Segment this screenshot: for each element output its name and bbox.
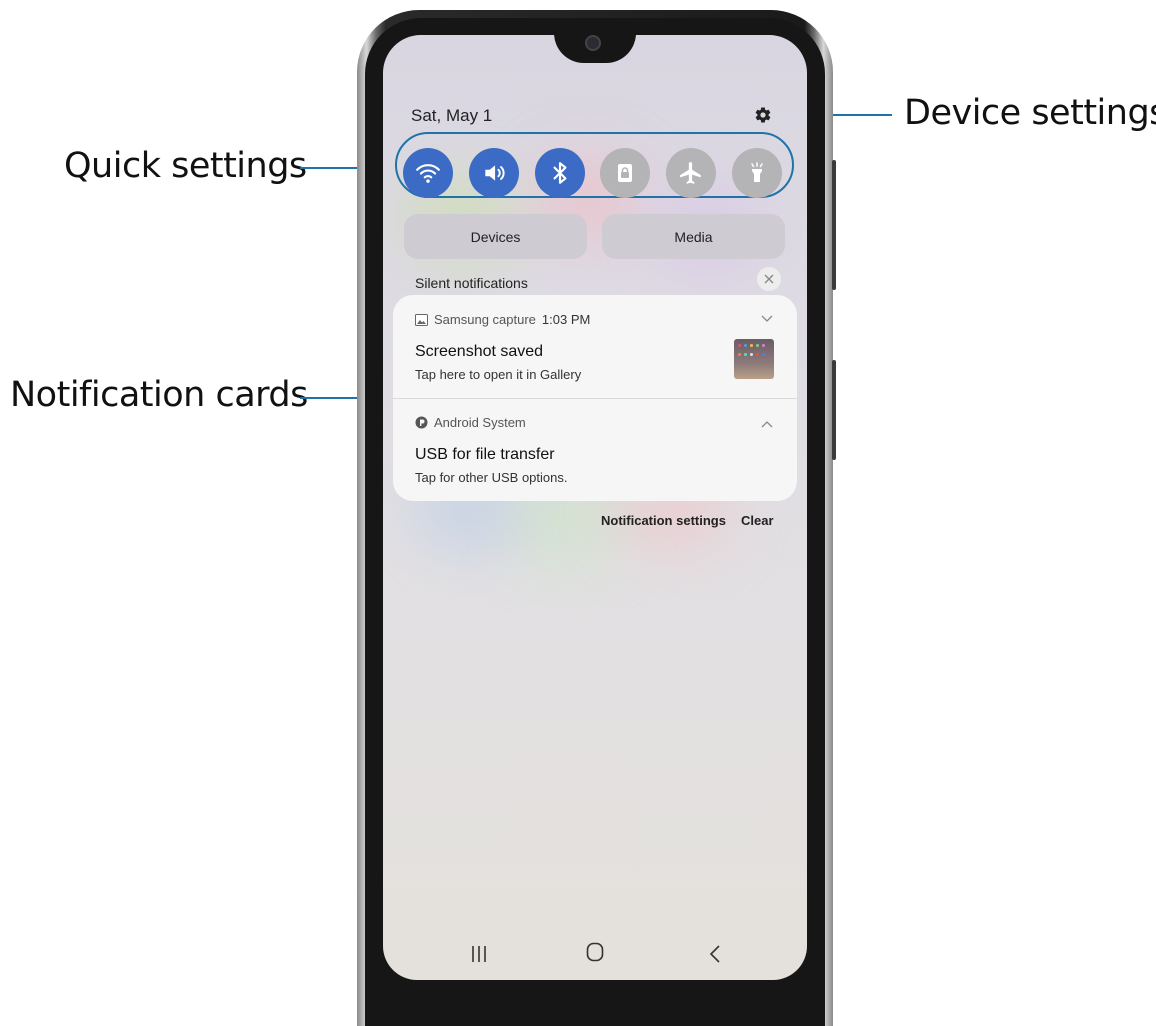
callout-notification-cards: Notification cards [10,375,308,415]
wifi-icon [416,164,440,183]
bluetooth-icon [553,162,567,184]
front-camera [585,35,601,51]
notification-subtitle: Tap here to open it in Gallery [415,367,582,382]
notification-subtitle: Tap for other USB options. [415,470,568,485]
notification-divider [393,398,797,399]
screenshot-thumbnail[interactable] [734,339,774,379]
sound-icon [485,165,505,181]
silent-notifications-label: Silent notifications [415,275,528,291]
volume-button [832,160,836,290]
android-system-icon [415,416,428,429]
bluetooth-toggle[interactable] [535,148,585,198]
notification-app-name: Samsung capture [434,312,536,327]
power-button [832,360,836,460]
callout-quick-settings: Quick settings [64,146,307,186]
notification-cards: Samsung capture 1:03 PM Screenshot saved… [393,295,797,501]
home-icon [586,942,604,962]
date-label: Sat, May 1 [411,106,493,125]
chevron-up-icon[interactable] [761,417,773,431]
notification-panel-screen: Sat, May 1 Devices Media Silent notifica… [383,35,807,980]
screen-lock-toggle[interactable] [600,148,650,198]
airplane-toggle[interactable] [666,148,716,198]
notification-settings-button[interactable]: Notification settings [601,513,726,528]
notification-app-header: Samsung capture 1:03 PM [415,312,590,327]
notification-title[interactable]: Screenshot saved [415,343,543,361]
notification-app-name: Android System [434,415,526,430]
flashlight-toggle[interactable] [732,148,782,198]
callout-device-settings: Device settings [904,93,1156,133]
wifi-toggle[interactable] [403,148,453,198]
back-icon [709,945,720,963]
clear-button[interactable]: Clear [741,513,774,528]
home-button[interactable] [586,942,604,968]
recent-apps-button[interactable] [471,943,487,969]
dismiss-silent-button[interactable] [757,267,781,291]
screen-lock-icon [618,164,632,182]
recent-apps-icon [472,946,486,962]
notification-app-header: Android System [415,415,526,430]
media-button[interactable]: Media [602,214,785,259]
gear-icon[interactable] [754,106,772,124]
sound-toggle[interactable] [469,148,519,198]
notification-time: 1:03 PM [541,312,591,327]
close-icon [764,274,774,284]
camera-notch [554,35,636,63]
gallery-icon [415,313,428,326]
back-button[interactable] [709,943,721,969]
flashlight-icon [751,162,763,182]
devices-button[interactable]: Devices [404,214,587,259]
airplane-icon [680,162,701,184]
chevron-down-icon[interactable] [761,312,773,326]
notification-title[interactable]: USB for file transfer [415,446,555,464]
